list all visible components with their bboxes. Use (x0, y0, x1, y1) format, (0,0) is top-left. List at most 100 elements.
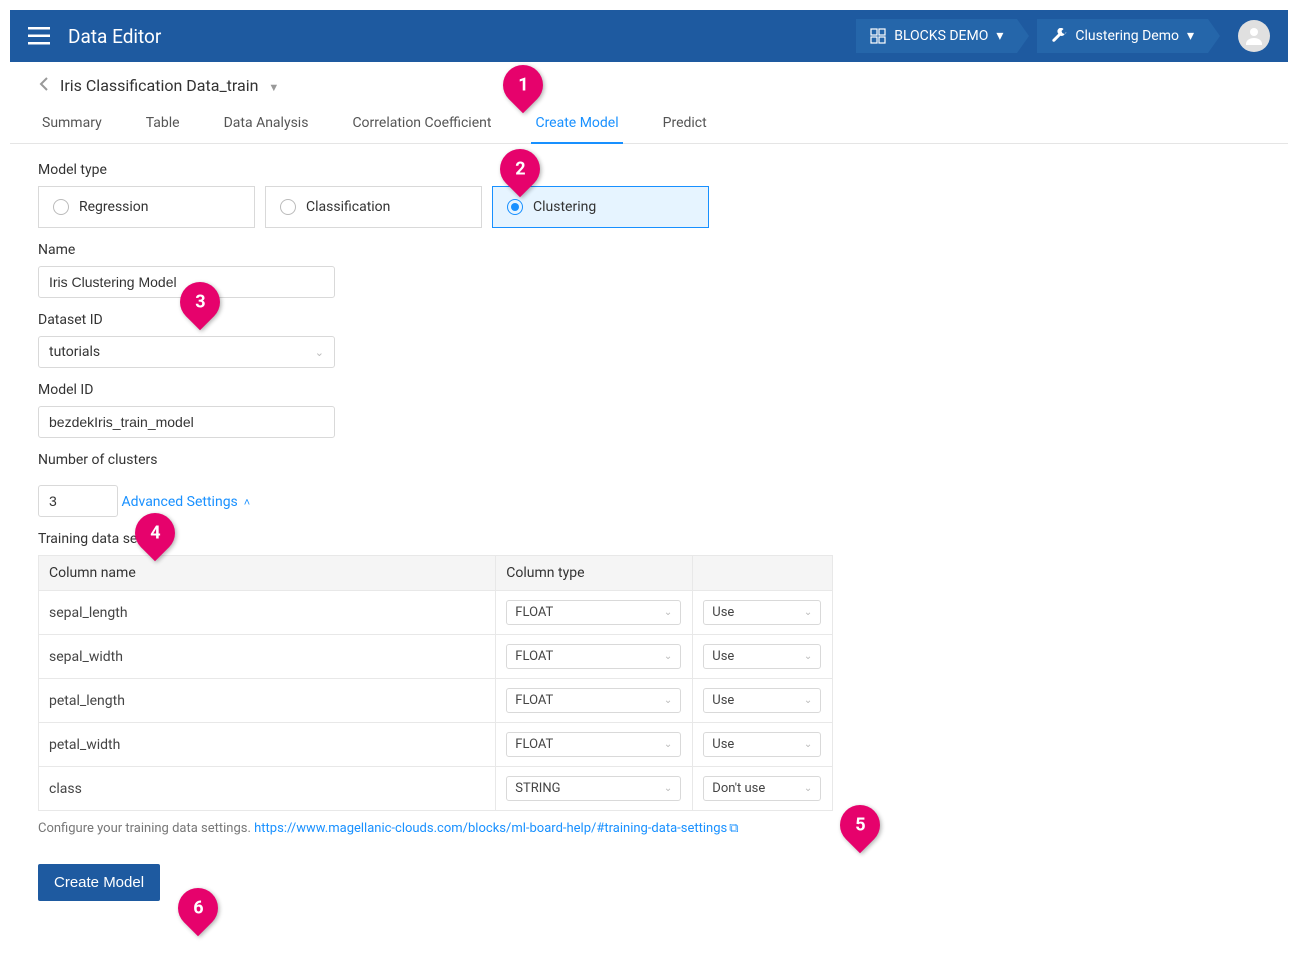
chevron-down-icon: ⌄ (804, 607, 812, 618)
pin-number: 4 (150, 523, 160, 544)
cell-column-name: class (39, 767, 496, 811)
radio-label: Clustering (533, 199, 596, 215)
column-type-select[interactable]: FLOAT ⌄ (506, 600, 681, 625)
back-icon[interactable] (38, 77, 50, 95)
column-type-select[interactable]: FLOAT ⌄ (506, 688, 681, 713)
use-select[interactable]: Use ⌄ (703, 644, 821, 669)
radio-label: Regression (79, 199, 149, 215)
training-data-table: Column name Column type sepal_length FLO… (38, 555, 833, 811)
tab-summary[interactable]: Summary (38, 105, 106, 143)
radio-regression[interactable]: Regression (38, 186, 255, 228)
chevron-down-icon: ⌄ (664, 739, 672, 750)
model-id-input[interactable] (38, 406, 335, 438)
select-value: Use (712, 737, 734, 752)
chevron-down-icon: ⌄ (664, 651, 672, 662)
table-row: sepal_width FLOAT ⌄ Use ⌄ (39, 635, 833, 679)
use-select[interactable]: Use ⌄ (703, 600, 821, 625)
cell-column-name: sepal_width (39, 635, 496, 679)
chevron-up-icon: ˄ (244, 496, 250, 509)
name-label: Name (38, 242, 1260, 258)
help-link[interactable]: https://www.magellanic-clouds.com/blocks… (254, 821, 738, 836)
model-id-label: Model ID (38, 382, 1260, 398)
pin-number: 6 (193, 898, 203, 919)
tab-correlation[interactable]: Correlation Coefficient (348, 105, 495, 143)
dataset-id-label: Dataset ID (38, 312, 1260, 328)
num-clusters-input[interactable] (38, 485, 118, 517)
page-breadcrumb: Iris Classification Data_train ▼ (10, 62, 1288, 105)
caret-down-icon: ▾ (996, 28, 1003, 44)
form-content: Model type Regression Classification Clu… (10, 144, 1288, 919)
table-row: class STRING ⌄ Don't use ⌄ (39, 767, 833, 811)
page-title[interactable]: Iris Classification Data_train ▼ (60, 76, 279, 95)
breadcrumb-label: Clustering Demo (1075, 28, 1179, 44)
radio-icon (507, 199, 523, 215)
th-column-name: Column name (39, 556, 496, 591)
create-model-button[interactable]: Create Model (38, 864, 160, 901)
table-row: petal_length FLOAT ⌄ Use ⌄ (39, 679, 833, 723)
pin-number: 2 (515, 159, 525, 180)
grid-icon (870, 28, 886, 44)
pin-number: 5 (855, 815, 865, 836)
breadcrumb-label: BLOCKS DEMO (894, 28, 988, 44)
tab-data-analysis[interactable]: Data Analysis (220, 105, 313, 143)
select-value: Use (712, 605, 734, 620)
radio-classification[interactable]: Classification (265, 186, 482, 228)
cell-column-name: sepal_length (39, 591, 496, 635)
menu-icon[interactable] (28, 27, 50, 45)
table-row: petal_width FLOAT ⌄ Use ⌄ (39, 723, 833, 767)
help-text: Configure your training data settings. h… (38, 821, 1260, 836)
dropdown-icon: ▼ (268, 81, 279, 94)
chevron-down-icon: ⌄ (664, 783, 672, 794)
tabs: Summary Table Data Analysis Correlation … (10, 105, 1288, 144)
chevron-down-icon: ⌄ (804, 783, 812, 794)
breadcrumb-clustering-demo[interactable]: Clustering Demo ▾ (1037, 19, 1208, 53)
chevron-down-icon: ⌄ (804, 651, 812, 662)
use-select[interactable]: Don't use ⌄ (703, 776, 821, 801)
wrench-icon (1051, 28, 1067, 44)
th-column-type: Column type (496, 556, 693, 591)
app-header: Data Editor BLOCKS DEMO ▾ Clustering Dem… (10, 10, 1288, 62)
select-value: FLOAT (515, 693, 553, 708)
tab-create-model[interactable]: Create Model (531, 105, 622, 143)
select-value: FLOAT (515, 737, 553, 752)
cell-column-name: petal_width (39, 723, 496, 767)
select-value: tutorials (49, 344, 100, 360)
column-type-select[interactable]: STRING ⌄ (506, 776, 681, 801)
select-value: Use (712, 693, 734, 708)
chevron-down-icon: ⌄ (804, 739, 812, 750)
use-select[interactable]: Use ⌄ (703, 732, 821, 757)
column-type-select[interactable]: FLOAT ⌄ (506, 732, 681, 757)
table-row: sepal_length FLOAT ⌄ Use ⌄ (39, 591, 833, 635)
num-clusters-label: Number of clusters (38, 452, 1260, 468)
select-value: FLOAT (515, 649, 553, 664)
radio-label: Classification (306, 199, 390, 215)
tab-table[interactable]: Table (142, 105, 184, 143)
chevron-down-icon: ⌄ (664, 695, 672, 706)
user-icon (1242, 24, 1266, 48)
external-link-icon: ⧉ (729, 821, 738, 836)
training-data-label: Training data settings (38, 531, 1260, 547)
cell-column-name: petal_length (39, 679, 496, 723)
column-type-select[interactable]: FLOAT ⌄ (506, 644, 681, 669)
radio-icon (53, 199, 69, 215)
select-value: Don't use (712, 781, 765, 796)
use-select[interactable]: Use ⌄ (703, 688, 821, 713)
dataset-id-select[interactable]: tutorials ⌄ (38, 336, 335, 368)
pin-number: 3 (195, 292, 205, 313)
avatar[interactable] (1238, 20, 1270, 52)
breadcrumb-blocks-demo[interactable]: BLOCKS DEMO ▾ (856, 19, 1017, 53)
model-type-label: Model type (38, 162, 1260, 178)
chevron-down-icon: ⌄ (315, 346, 324, 359)
radio-icon (280, 199, 296, 215)
caret-down-icon: ▾ (1187, 28, 1194, 44)
advanced-label: Advanced Settings (121, 494, 237, 510)
page-title-text: Iris Classification Data_train (60, 76, 258, 95)
select-value: STRING (515, 781, 560, 796)
advanced-settings-toggle[interactable]: Advanced Settings ˄ (121, 494, 250, 510)
chevron-down-icon: ⌄ (664, 607, 672, 618)
app-title: Data Editor (68, 25, 856, 48)
tab-predict[interactable]: Predict (659, 105, 711, 143)
chevron-down-icon: ⌄ (804, 695, 812, 706)
pin-number: 1 (518, 75, 528, 96)
select-value: FLOAT (515, 605, 553, 620)
